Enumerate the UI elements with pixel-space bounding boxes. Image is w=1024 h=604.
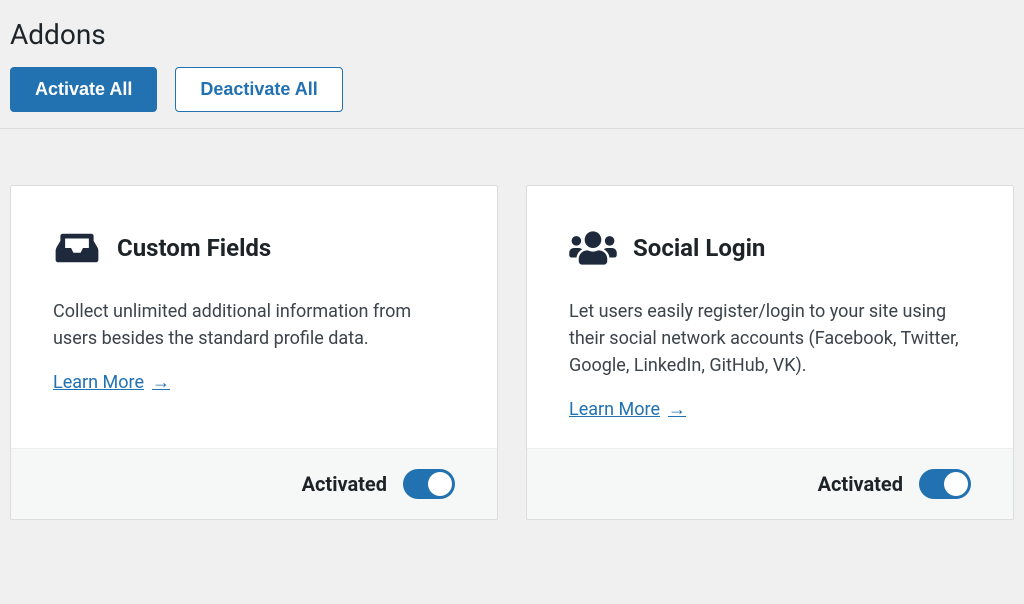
status-label: Activated bbox=[302, 472, 387, 496]
learn-more-label: Learn More bbox=[569, 399, 660, 420]
card-footer: Activated bbox=[527, 448, 1013, 519]
inbox-icon bbox=[53, 228, 101, 268]
card-body: Custom Fields Collect unlimited addition… bbox=[11, 186, 497, 448]
toggle-knob bbox=[428, 472, 452, 496]
toggle-knob bbox=[944, 472, 968, 496]
addon-title: Custom Fields bbox=[117, 234, 271, 262]
activation-toggle[interactable] bbox=[403, 469, 455, 499]
addon-card-social-login: Social Login Let users easily register/l… bbox=[526, 185, 1014, 520]
status-label: Activated bbox=[818, 472, 903, 496]
learn-more-label: Learn More bbox=[53, 372, 144, 393]
arrow-right-icon: → bbox=[668, 399, 686, 420]
activation-toggle[interactable] bbox=[919, 469, 971, 499]
addon-description: Collect unlimited additional information… bbox=[53, 298, 455, 352]
addon-title: Social Login bbox=[633, 234, 765, 262]
arrow-right-icon: → bbox=[152, 372, 170, 393]
addon-description: Let users easily register/login to your … bbox=[569, 298, 971, 379]
addons-grid: Custom Fields Collect unlimited addition… bbox=[0, 129, 1024, 530]
activate-all-button[interactable]: Activate All bbox=[10, 67, 157, 112]
learn-more-link[interactable]: Learn More → bbox=[569, 399, 686, 420]
card-header: Social Login bbox=[569, 228, 971, 268]
addon-card-custom-fields: Custom Fields Collect unlimited addition… bbox=[10, 185, 498, 520]
card-header: Custom Fields bbox=[53, 228, 455, 268]
action-bar: Activate All Deactivate All bbox=[0, 67, 1024, 129]
card-footer: Activated bbox=[11, 448, 497, 519]
learn-more-link[interactable]: Learn More → bbox=[53, 372, 170, 393]
deactivate-all-button[interactable]: Deactivate All bbox=[175, 67, 342, 112]
card-body: Social Login Let users easily register/l… bbox=[527, 186, 1013, 448]
page-title: Addons bbox=[0, 0, 1024, 67]
users-icon bbox=[569, 228, 617, 268]
